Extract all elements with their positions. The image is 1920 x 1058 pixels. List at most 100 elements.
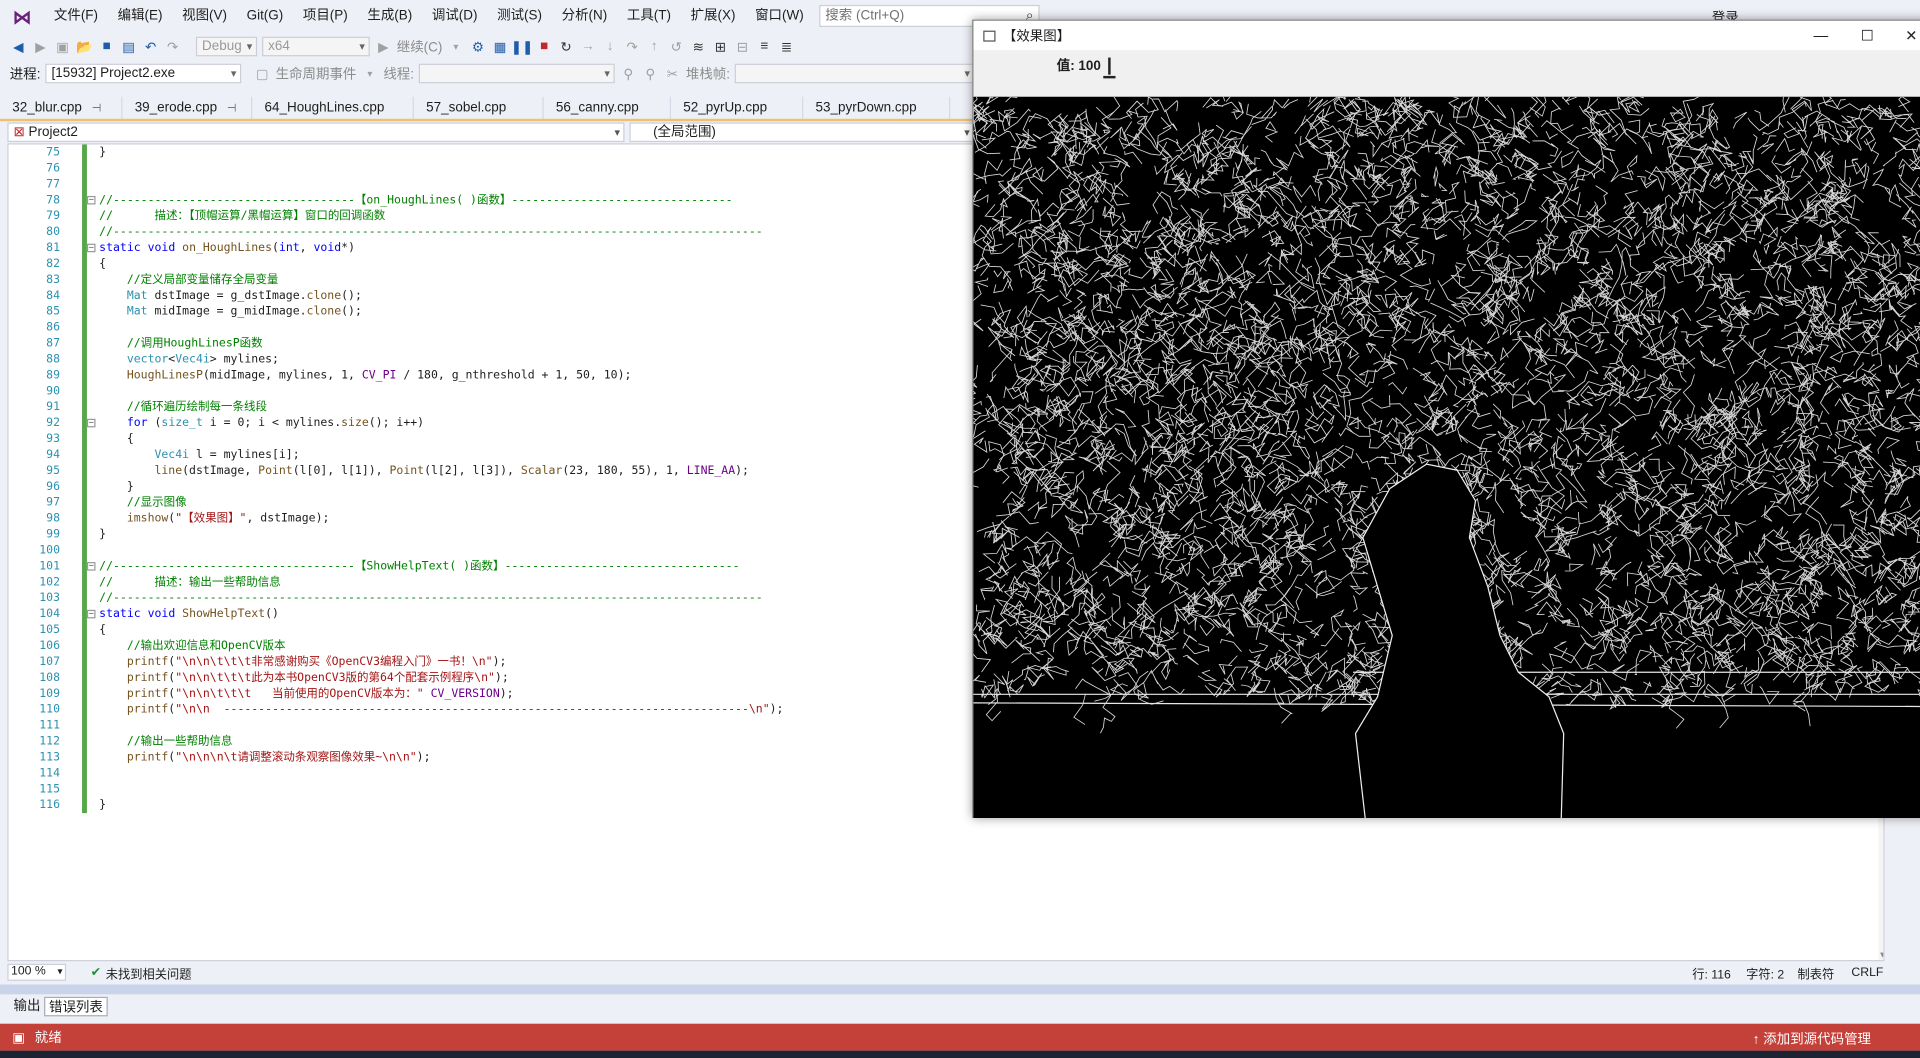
lifecycle-icon[interactable]: ▢ bbox=[254, 65, 271, 82]
pin-icon[interactable]: ⊣ bbox=[92, 102, 102, 114]
code-line[interactable]: 86 bbox=[9, 320, 970, 336]
menu-item[interactable]: 分析(N) bbox=[552, 0, 617, 33]
result-image-window[interactable]: 【效果图】 — ☐ ✕ 值: 100 bbox=[972, 19, 1920, 818]
code-line[interactable]: 77 bbox=[9, 176, 970, 192]
fold-toggle-icon[interactable]: − bbox=[86, 195, 96, 205]
restart-icon[interactable]: ↻ bbox=[557, 38, 574, 55]
code-lines[interactable]: 75} 76 77 78−//----------------------------… bbox=[9, 144, 970, 960]
fold-toggle-icon[interactable]: − bbox=[86, 561, 96, 571]
trackbar-thumb[interactable] bbox=[1108, 57, 1111, 75]
document-tab[interactable]: 32_blur.cpp ⊣ bbox=[0, 96, 123, 121]
menu-item[interactable]: 视图(V) bbox=[172, 0, 236, 33]
show-next-statement-icon[interactable]: → bbox=[580, 38, 597, 55]
code-line[interactable]: 105 { bbox=[9, 622, 970, 638]
code-line[interactable]: 85 Mat midImage = g_midImage.clone(); bbox=[9, 304, 970, 320]
pause-icon[interactable]: ❚❚ bbox=[511, 38, 534, 55]
lifecycle-arrow-icon[interactable]: ▾ bbox=[361, 65, 378, 82]
fold-toggle-icon[interactable]: − bbox=[86, 243, 96, 253]
fold-toggle-icon[interactable]: − bbox=[86, 609, 96, 619]
project-dropdown[interactable]: ⊠ Project2 bbox=[7, 122, 625, 143]
code-line[interactable]: 107 printf("\n\n\t\t\t非常感谢购买《OpenCV3编程入门… bbox=[9, 654, 970, 670]
code-line[interactable]: 113 printf("\n\n\n\t请调整滚动条观察图像效果~\n\n"); bbox=[9, 749, 970, 765]
code-line[interactable]: 99} bbox=[9, 527, 970, 543]
menu-item[interactable]: 扩展(X) bbox=[681, 0, 745, 33]
code-line[interactable]: 80 //------------------------------------… bbox=[9, 224, 970, 240]
menu-item[interactable]: 文件(F) bbox=[44, 0, 108, 33]
redo-icon[interactable]: ↷ bbox=[164, 38, 181, 55]
platform-dropdown[interactable]: x64 bbox=[262, 36, 370, 57]
zoom-dropdown[interactable]: 100 % bbox=[7, 963, 67, 981]
hot-reload-icon[interactable]: ↺ bbox=[668, 38, 685, 55]
flag-icon[interactable]: ✂ bbox=[664, 65, 681, 82]
stop-icon[interactable]: ■ bbox=[535, 38, 552, 55]
filter-clear-icon[interactable]: ⚲ bbox=[642, 65, 659, 82]
stackframe-dropdown[interactable] bbox=[734, 63, 975, 84]
menu-item[interactable]: Git(G) bbox=[237, 0, 293, 33]
code-line[interactable]: 87 //调用HoughLinesP函数 bbox=[9, 336, 970, 352]
step-out-icon[interactable]: ↑ bbox=[646, 38, 663, 55]
comment-icon[interactable]: ≡ bbox=[756, 38, 773, 55]
document-tab[interactable]: 64_HoughLines.cpp bbox=[252, 96, 414, 121]
filter-icon[interactable]: ⚲ bbox=[620, 65, 637, 82]
code-line[interactable]: 79 // 描述：【顶帽运算/黑帽运算】窗口的回调函数 bbox=[9, 208, 970, 224]
code-line[interactable]: 93 { bbox=[9, 431, 970, 447]
fold-toggle-icon[interactable]: − bbox=[86, 418, 96, 428]
code-line[interactable]: 104 − static void ShowHelpText() bbox=[9, 606, 970, 622]
code-line[interactable]: 94 Vec4i l = mylines[i]; bbox=[9, 447, 970, 463]
result-window-titlebar[interactable]: 【效果图】 — ☐ ✕ bbox=[973, 20, 1920, 51]
add-to-source-control-button[interactable]: ↑ 添加到源代码管理 bbox=[1753, 1029, 1871, 1049]
code-line[interactable]: 116} bbox=[9, 797, 970, 813]
code-line[interactable]: 90 bbox=[9, 383, 970, 399]
close-button[interactable]: ✕ bbox=[1889, 21, 1920, 50]
menu-item[interactable]: 工具(T) bbox=[617, 0, 681, 33]
code-line[interactable]: 98 imshow("【效果图】", dstImage); bbox=[9, 511, 970, 527]
code-line[interactable]: 84 Mat dstImage = g_dstImage.clone(); bbox=[9, 288, 970, 304]
code-line[interactable]: 115 bbox=[9, 781, 970, 797]
visual-studio-logo-icon[interactable]: ⋈ bbox=[0, 0, 44, 33]
menu-item[interactable]: 编辑(E) bbox=[108, 0, 172, 33]
code-line[interactable]: 100 bbox=[9, 542, 970, 558]
continue-icon[interactable]: ▶ bbox=[375, 38, 392, 55]
code-line[interactable]: 81 − static void on_HoughLines(int, void*) bbox=[9, 240, 970, 256]
indent-indicator[interactable]: 制表符 bbox=[1798, 963, 1835, 981]
document-tab[interactable]: 53_pyrDown.cpp bbox=[803, 96, 951, 121]
save-icon[interactable]: ■ bbox=[98, 38, 115, 55]
code-line[interactable]: 103 //-----------------------------------… bbox=[9, 590, 970, 606]
code-line[interactable]: 109 printf("\n\n\t\t\t 当前使用的OpenCV版本为：" … bbox=[9, 686, 970, 702]
line-ending-indicator[interactable]: CRLF bbox=[1851, 966, 1883, 979]
code-line[interactable]: 108 printf("\n\n\t\t\t此为本书OpenCV3版的第64个配… bbox=[9, 670, 970, 686]
save-all-icon[interactable]: ▤ bbox=[120, 38, 137, 55]
code-line[interactable]: 89 HoughLinesP(midImage, mylines, 1, CV_… bbox=[9, 367, 970, 383]
scroll-down-icon[interactable]: ▼ bbox=[1878, 951, 1883, 960]
new-project-icon[interactable]: ▣ bbox=[54, 38, 71, 55]
undo-icon[interactable]: ↶ bbox=[142, 38, 159, 55]
issues-status[interactable]: 未找到相关问题 bbox=[106, 963, 192, 981]
uncomment-icon[interactable]: ≣ bbox=[778, 38, 795, 55]
bookmark-icon[interactable]: ⊟ bbox=[734, 38, 751, 55]
code-line[interactable]: 75} bbox=[9, 144, 970, 160]
scope-dropdown[interactable]: (全局范围) bbox=[629, 122, 975, 143]
menu-item[interactable]: 调试(D) bbox=[422, 0, 487, 33]
menu-item[interactable]: 测试(S) bbox=[487, 0, 551, 33]
code-line[interactable]: 102 // 描述：输出一些帮助信息 bbox=[9, 574, 970, 590]
process-dropdown[interactable]: [15932] Project2.exe bbox=[45, 63, 242, 84]
document-tab[interactable]: 56_canny.cpp bbox=[544, 96, 672, 121]
code-line[interactable]: 110 printf("\n\n -----------------------… bbox=[9, 702, 970, 718]
thread-dropdown[interactable] bbox=[418, 63, 615, 84]
threshold-trackbar[interactable]: 值: 100 bbox=[973, 50, 1920, 97]
code-line[interactable]: 114 bbox=[9, 765, 970, 781]
document-tab[interactable]: 52_pyrUp.cpp bbox=[671, 96, 804, 121]
pin-icon[interactable]: ⊣ bbox=[227, 102, 237, 114]
lifecycle-events-dropdown[interactable]: 生命周期事件 bbox=[276, 64, 357, 84]
forward-icon[interactable]: ▶ bbox=[32, 38, 49, 55]
menu-item[interactable]: 窗口(W) bbox=[745, 0, 813, 33]
diagnostics-icon[interactable]: ⚙ bbox=[469, 38, 486, 55]
code-line[interactable]: 111 bbox=[9, 718, 970, 734]
toggle-threads-icon[interactable]: ≋ bbox=[690, 38, 707, 55]
code-line[interactable]: 96 } bbox=[9, 479, 970, 495]
maximize-button[interactable]: ☐ bbox=[1845, 21, 1889, 50]
output-tab[interactable]: 输出 bbox=[10, 997, 44, 1017]
char-indicator[interactable]: 字符: 2 bbox=[1746, 963, 1784, 981]
back-icon[interactable]: ◀ bbox=[10, 38, 27, 55]
minimize-button[interactable]: — bbox=[1799, 21, 1843, 50]
